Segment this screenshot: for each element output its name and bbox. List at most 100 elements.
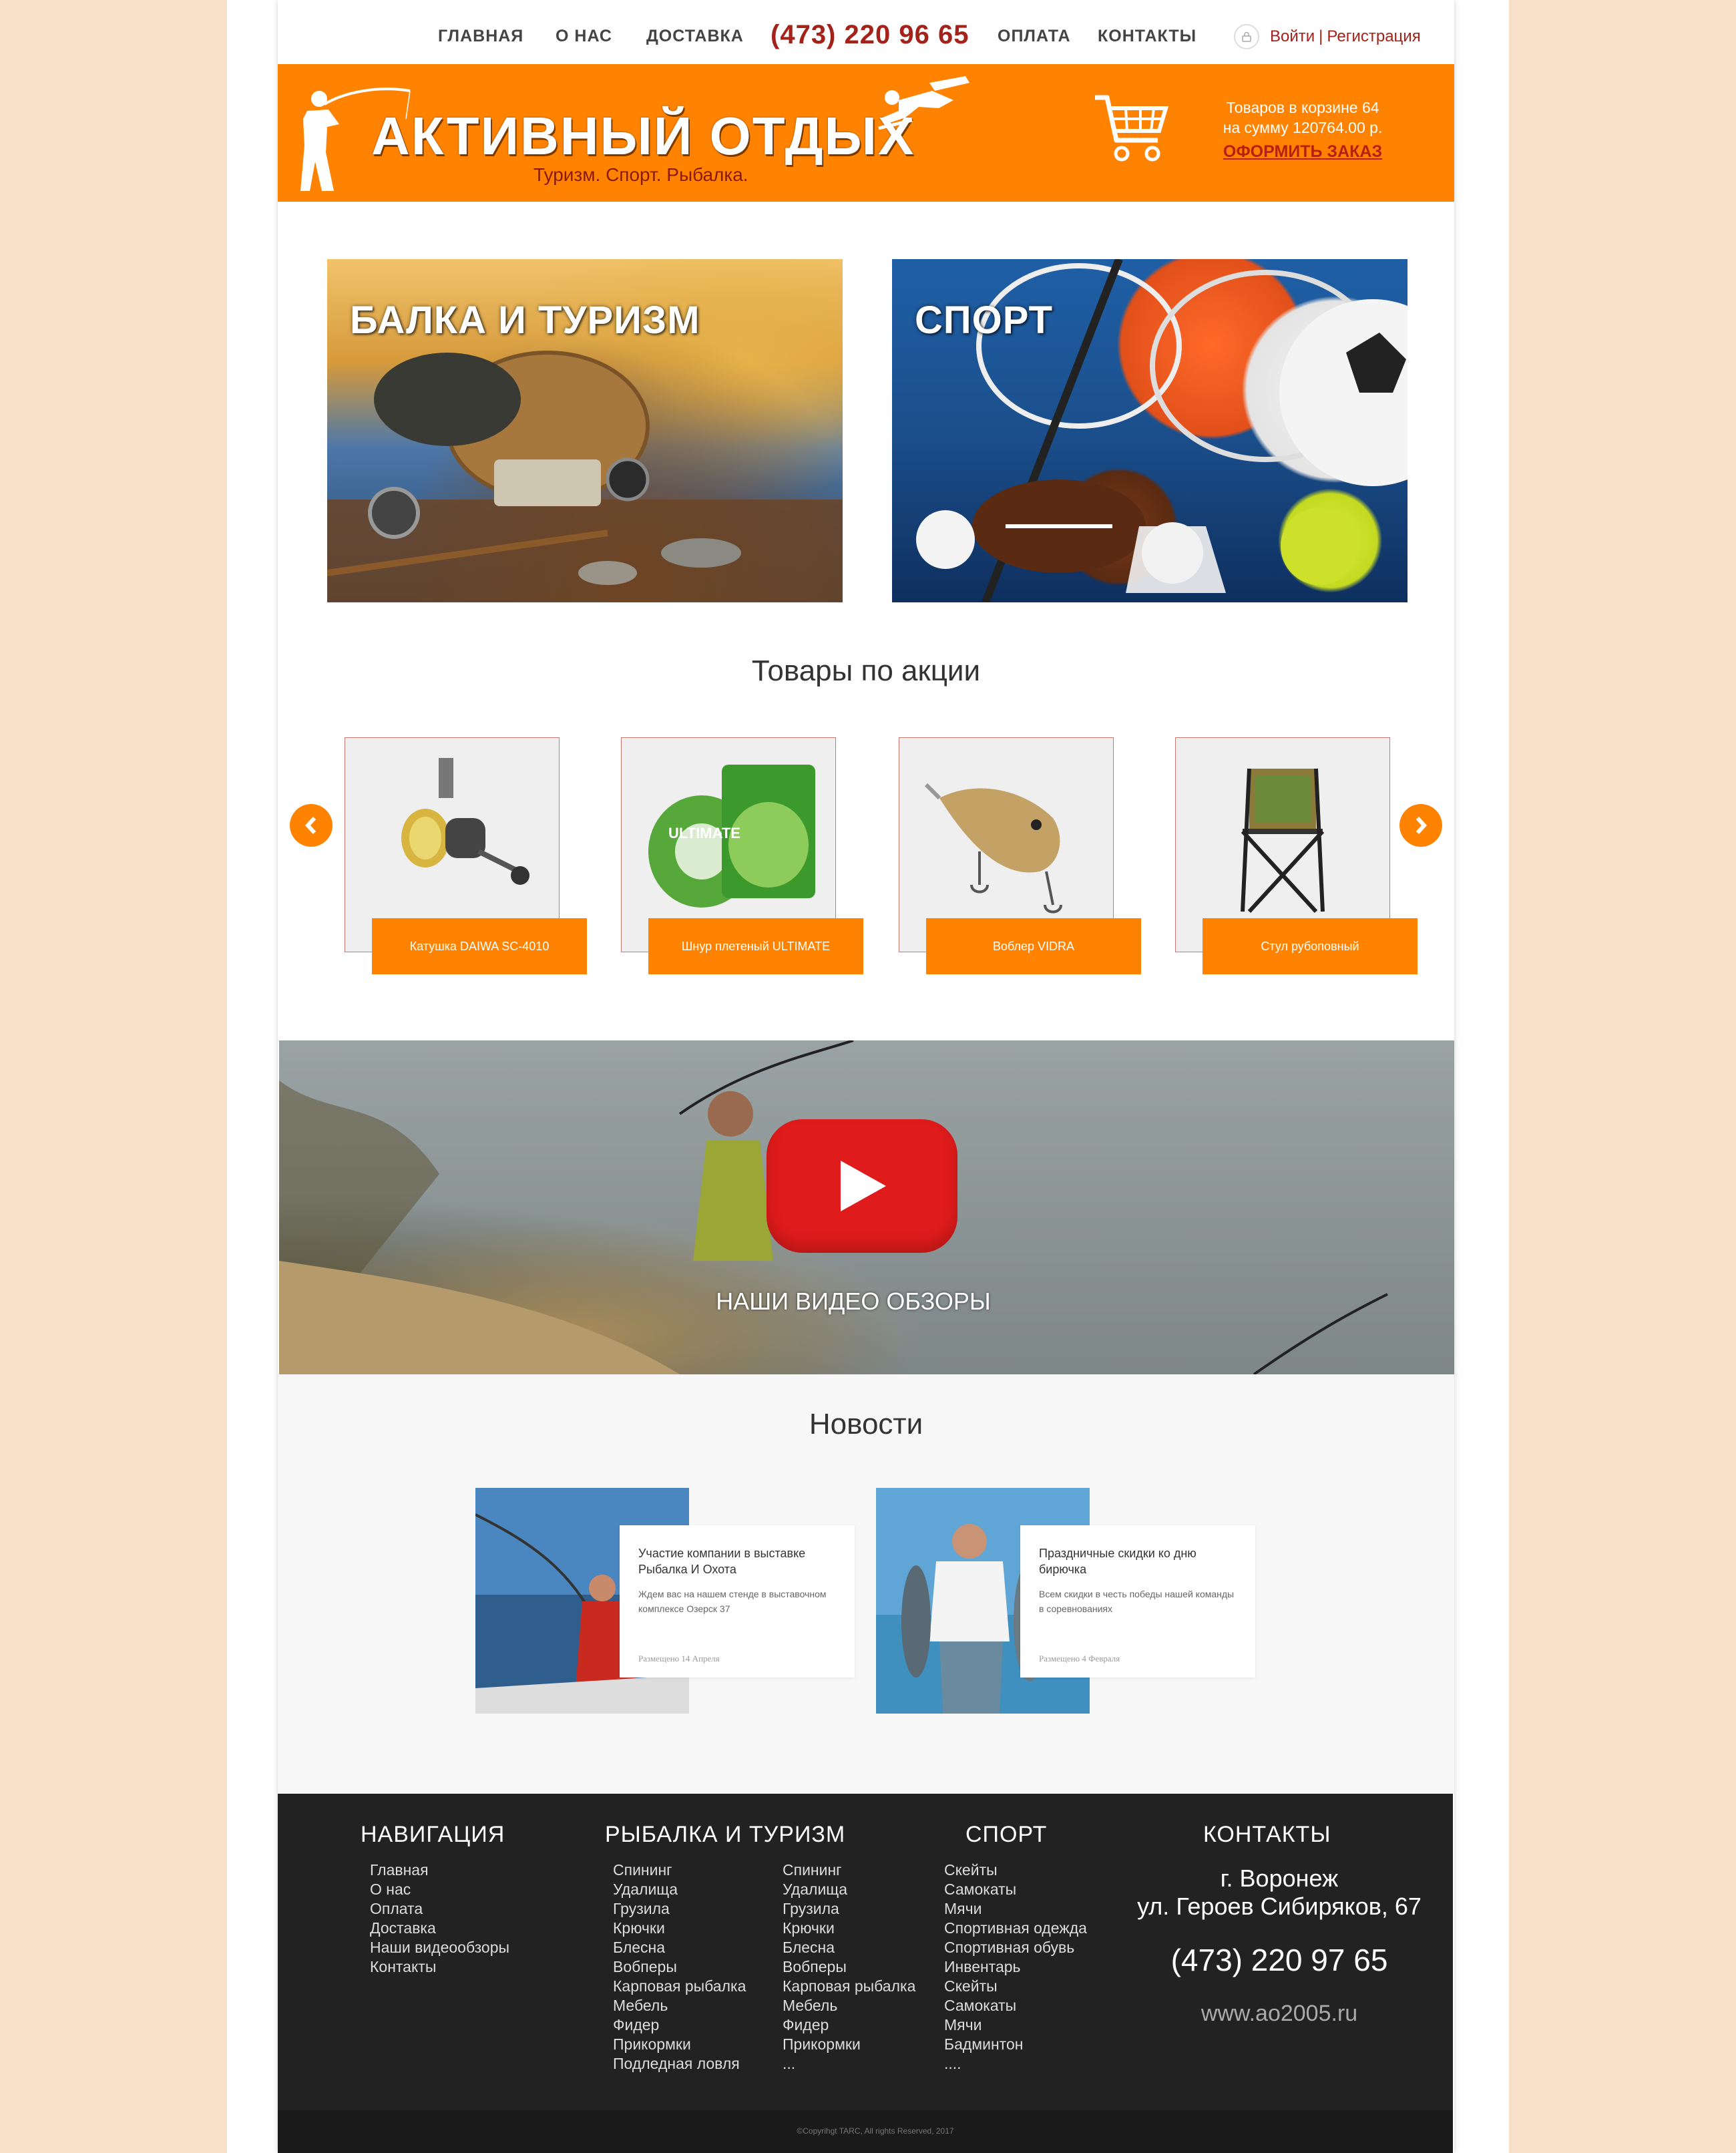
footer-fishing-list-1: Спининг Удалища Грузила Крючки Блесна Во… bbox=[613, 1861, 746, 2074]
footer-link[interactable]: Бадминтон bbox=[944, 2035, 1087, 2054]
footer-link[interactable]: Инвентарь bbox=[944, 1957, 1087, 1977]
footer-link[interactable]: Удалища bbox=[613, 1880, 746, 1899]
product-label[interactable]: Стул рубоповный bbox=[1203, 918, 1418, 974]
cart-summary: Товаров в корзине 64 на сумму 120764.00 … bbox=[1192, 97, 1413, 162]
footer-address: ул. Героев Сибиряков, 67 bbox=[1137, 1893, 1422, 1920]
footer-link[interactable]: Спининг bbox=[613, 1861, 746, 1880]
promo-title: Товары по акции bbox=[751, 654, 981, 687]
nav-delivery[interactable]: ДОСТАВКА bbox=[646, 27, 744, 46]
nav-about[interactable]: О НАС bbox=[556, 27, 612, 46]
footer-sport-title: СПОРТ bbox=[965, 1822, 1048, 1847]
nav-home[interactable]: ГЛАВНАЯ bbox=[438, 27, 523, 46]
news-card[interactable]: Участие компании в выставке Рыбалка И Ох… bbox=[620, 1525, 855, 1678]
login-area: Войти | Регистрация bbox=[1234, 24, 1421, 49]
footer-link[interactable]: Мебель bbox=[613, 1996, 746, 2015]
footer-link[interactable]: Доставка bbox=[370, 1919, 509, 1938]
footer-sport-list: Скейты Самокаты Мячи Спортивная одежда С… bbox=[944, 1861, 1087, 2074]
product-card[interactable]: Катушка DAIWA SC-4010 bbox=[345, 737, 587, 974]
footer-website[interactable]: www.ao2005.ru bbox=[1126, 2001, 1433, 2027]
logo-tagline: Туризм. Спорт. Рыбалка. bbox=[533, 164, 748, 185]
banner-fishing-tourism[interactable]: БАЛКА И ТУРИЗМ bbox=[327, 259, 843, 602]
login-separator: | bbox=[1319, 27, 1323, 45]
banner-sport-label: СПОРТ bbox=[915, 299, 1054, 342]
footer-link[interactable]: Карповая рыбалка bbox=[783, 1977, 915, 1996]
news-card-date: Размещено 14 Апреля bbox=[638, 1653, 720, 1663]
footer-link[interactable]: О нас bbox=[370, 1880, 509, 1899]
login-link[interactable]: Войти bbox=[1270, 27, 1315, 46]
footer-link[interactable]: Фидер bbox=[783, 2015, 915, 2035]
product-label[interactable]: Катушка DAIWA SC-4010 bbox=[372, 918, 587, 974]
footer-link[interactable]: Скейты bbox=[944, 1861, 1087, 1880]
footer-link[interactable]: Крючки bbox=[613, 1919, 746, 1938]
site-container: ГЛАВНАЯ О НАС ДОСТАВКА (473) 220 96 65 О… bbox=[278, 0, 1454, 2153]
product-label[interactable]: Воблер VIDRA bbox=[926, 918, 1141, 974]
header-phone: (473) 220 96 65 bbox=[771, 20, 969, 49]
footer-phone[interactable]: (473) 220 97 65 bbox=[1126, 1942, 1433, 1978]
footer-link[interactable]: Прикормки bbox=[783, 2035, 915, 2054]
youtube-play-icon[interactable] bbox=[767, 1119, 957, 1253]
footer: НАВИГАЦИЯ Главная О нас Оплата Доставка … bbox=[278, 1794, 1453, 2153]
footer-link[interactable]: Вобперы bbox=[613, 1957, 746, 1977]
product-card[interactable]: Воблер VIDRA bbox=[899, 737, 1141, 974]
news-card-text: Всем скидки в честь победы нашей команды… bbox=[1039, 1589, 1235, 1614]
footer-link[interactable]: Карповая рыбалка bbox=[613, 1977, 746, 1996]
footer-nav-title: НАВИГАЦИЯ bbox=[361, 1822, 505, 1847]
footer-link[interactable]: Самокаты bbox=[944, 1880, 1087, 1899]
footer-link[interactable]: Подледная ловля bbox=[613, 2054, 746, 2074]
footer-link[interactable]: Блесна bbox=[613, 1938, 746, 1957]
checkout-link[interactable]: ОФОРМИТЬ ЗАКАЗ bbox=[1223, 142, 1382, 162]
footer-link[interactable]: Контакты bbox=[370, 1957, 509, 1977]
news-card-text: Ждем вас на нашем стенде в выставочном к… bbox=[638, 1589, 827, 1614]
register-link[interactable]: Регистрация bbox=[1327, 27, 1420, 46]
news-card-title[interactable]: Праздничные скидки ко дню бирючка bbox=[1039, 1545, 1237, 1577]
footer-link[interactable]: Главная bbox=[370, 1861, 509, 1880]
logo-title[interactable]: АКТИВНЫЙ ОТДЫХ bbox=[371, 106, 915, 167]
banner-fishing-label: БАЛКА И ТУРИЗМ bbox=[350, 299, 700, 342]
product-card[interactable]: Стул рубоповный bbox=[1175, 737, 1418, 974]
footer-link[interactable]: Спортивная одежда bbox=[944, 1919, 1087, 1938]
product-label[interactable]: Шнур плетеный ULTIMATE bbox=[648, 918, 863, 974]
svg-text:ULTIMATE: ULTIMATE bbox=[668, 825, 740, 841]
footer-link[interactable]: Спортивная обувь bbox=[944, 1938, 1087, 1957]
top-navigation: ГЛАВНАЯ О НАС ДОСТАВКА (473) 220 96 65 О… bbox=[278, 0, 1454, 64]
footer-link[interactable]: Мебель bbox=[783, 1996, 915, 2015]
footer-link[interactable]: Вобперы bbox=[783, 1957, 915, 1977]
footer-link[interactable]: Самокаты bbox=[944, 1996, 1087, 2015]
carousel-next-button[interactable] bbox=[1399, 804, 1442, 847]
footer-link[interactable]: ... bbox=[783, 2054, 915, 2074]
footer-link[interactable]: Мячи bbox=[944, 2015, 1087, 2035]
news-card-title[interactable]: Участие компании в выставке Рыбалка И Ох… bbox=[638, 1545, 836, 1577]
nav-payment[interactable]: ОПЛАТА bbox=[998, 27, 1071, 46]
footer-fishing-list-2: Спининг Удалища Грузила Крючки Блесна Во… bbox=[783, 1861, 915, 2074]
footer-link[interactable]: Спининг bbox=[783, 1861, 915, 1880]
footer-city: г. Воронеж bbox=[1220, 1865, 1339, 1892]
footer-nav-list: Главная О нас Оплата Доставка Наши видео… bbox=[370, 1861, 509, 1977]
footer-link[interactable]: Удалища bbox=[783, 1880, 915, 1899]
footer-link[interactable]: .... bbox=[944, 2054, 1087, 2074]
footer-link[interactable]: Мячи bbox=[944, 1899, 1087, 1919]
video-reviews-label: НАШИ ВИДЕО ОБЗОРЫ bbox=[716, 1288, 991, 1315]
footer-link[interactable]: Оплата bbox=[370, 1899, 509, 1919]
chevron-left-icon bbox=[304, 816, 316, 835]
footer-link[interactable]: Скейты bbox=[944, 1977, 1087, 1996]
footer-link[interactable]: Грузила bbox=[613, 1899, 746, 1919]
nav-contacts[interactable]: КОНТАКТЫ bbox=[1098, 27, 1197, 46]
cart-count: Товаров в корзине 64 bbox=[1226, 99, 1379, 116]
footer-contacts-title: КОНТАКТЫ bbox=[1203, 1822, 1331, 1847]
shopping-cart-icon[interactable] bbox=[1092, 92, 1170, 167]
footer-fishing-title: РЫБАЛКА И ТУРИЗМ bbox=[605, 1822, 846, 1847]
cart-total: на сумму 120764.00 р. bbox=[1223, 119, 1383, 136]
carousel-prev-button[interactable] bbox=[290, 804, 333, 847]
copyright: ©Copyrihgt TARC, All rights Reserved, 20… bbox=[797, 2126, 954, 2136]
news-card[interactable]: Праздничные скидки ко дню бирючка Всем с… bbox=[1020, 1525, 1255, 1678]
footer-link[interactable]: Прикормки bbox=[613, 2035, 746, 2054]
banner-sport[interactable]: СПОРТ bbox=[892, 259, 1407, 602]
lock-icon bbox=[1234, 24, 1259, 49]
video-reviews-banner[interactable]: НАШИ ВИДЕО ОБЗОРЫ bbox=[279, 1040, 1454, 1374]
product-card[interactable]: ULTIMATE Шнур плетеный ULTIMATE bbox=[621, 737, 863, 974]
footer-link[interactable]: Наши видеообзоры bbox=[370, 1938, 509, 1957]
footer-link[interactable]: Фидер bbox=[613, 2015, 746, 2035]
footer-link[interactable]: Крючки bbox=[783, 1919, 915, 1938]
footer-link[interactable]: Грузила bbox=[783, 1899, 915, 1919]
footer-link[interactable]: Блесна bbox=[783, 1938, 915, 1957]
